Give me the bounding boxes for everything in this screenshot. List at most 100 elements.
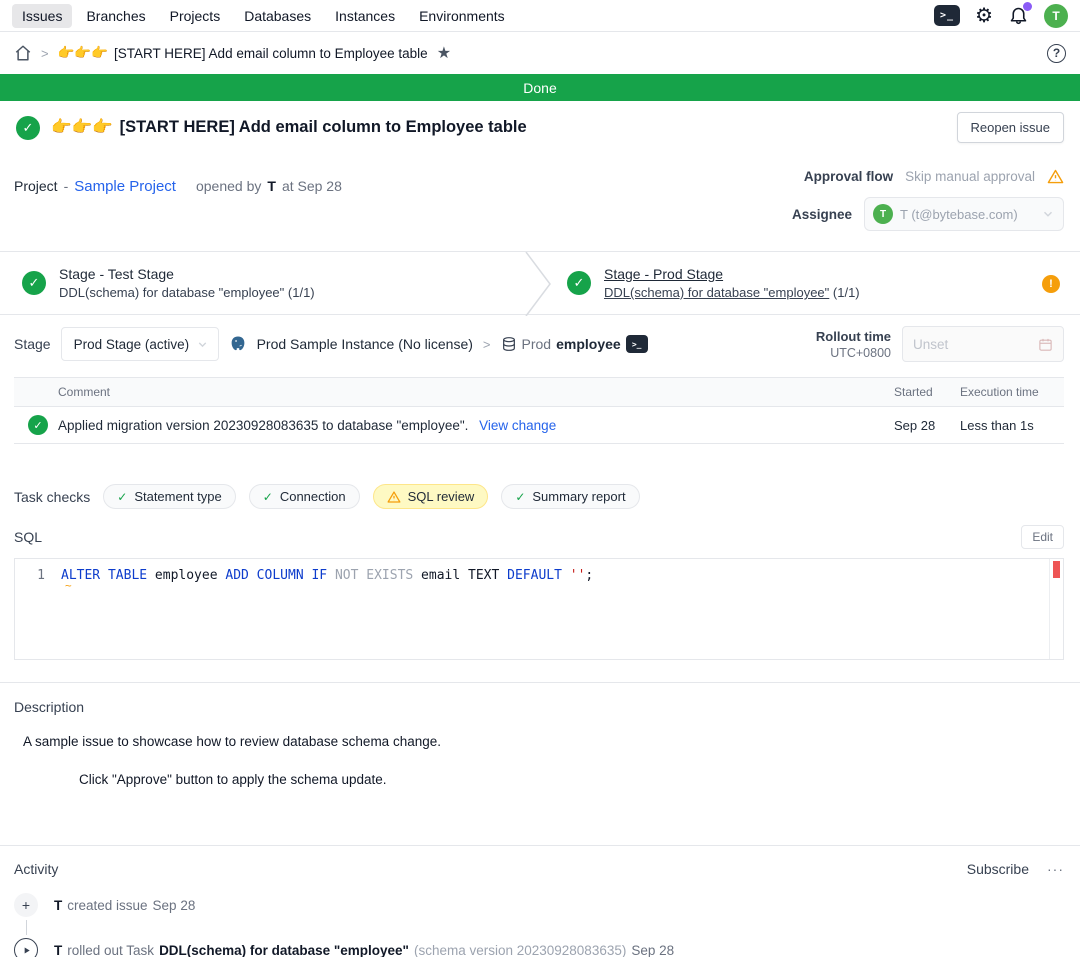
stage-select[interactable]: Prod Stage (active) xyxy=(61,327,219,361)
opened-by-actor: T xyxy=(267,178,276,194)
star-icon[interactable]: ★ xyxy=(437,43,451,63)
view-change-link[interactable]: View change xyxy=(479,418,556,433)
task-checks-label: Task checks xyxy=(14,489,90,505)
stage-alert-icon[interactable]: ! xyxy=(1042,275,1060,293)
pointing-emoji: 👉👉👉 xyxy=(58,45,108,61)
nav-item-projects[interactable]: Projects xyxy=(160,4,231,28)
sql-editor-icon[interactable]: >_ xyxy=(934,5,960,26)
nav-item-databases[interactable]: Databases xyxy=(234,4,321,28)
column-header-started: Started xyxy=(894,385,960,399)
status-banner-text: Done xyxy=(523,80,556,96)
rollout-time-label: Rollout time xyxy=(816,329,891,344)
task-execution-time: Less than 1s xyxy=(960,418,1064,433)
open-sql-editor-icon[interactable]: >_ xyxy=(626,335,648,353)
project-line: Project - Sample Project opened by T at … xyxy=(14,168,342,231)
check-pill-label: Connection xyxy=(280,489,346,504)
edit-sql-button[interactable]: Edit xyxy=(1021,525,1064,549)
task-run-table: Comment Started Execution time ✓ Applied… xyxy=(14,377,1064,444)
nav-item-environments[interactable]: Environments xyxy=(409,4,515,28)
description-label: Description xyxy=(14,699,1066,715)
notification-bell-icon[interactable] xyxy=(1008,5,1029,26)
rollout-time-placeholder: Unset xyxy=(913,337,948,352)
notification-dot xyxy=(1023,2,1032,11)
breadcrumb-title-text: [START HERE] Add email column to Employe… xyxy=(114,46,428,61)
chevron-down-icon xyxy=(1041,207,1055,221)
check-pill-statement-type[interactable]: ✓ Statement type xyxy=(103,484,236,509)
stage-detail-bar: Stage Prod Stage (active) Prod Sample In… xyxy=(0,315,1080,373)
scrollbar-warning-marker xyxy=(1053,561,1060,578)
check-pill-summary-report[interactable]: ✓ Summary report xyxy=(501,484,639,509)
description-section: Description A sample issue to showcase h… xyxy=(0,683,1080,823)
editor-scrollbar[interactable] xyxy=(1049,559,1063,659)
assignee-avatar: T xyxy=(873,204,893,224)
issue-title: 👉👉👉 [START HERE] Add email column to Emp… xyxy=(51,118,527,137)
check-pill-connection[interactable]: ✓ Connection xyxy=(249,484,360,509)
opened-by-text: opened by xyxy=(196,178,261,194)
issue-done-check-icon: ✓ xyxy=(16,116,40,140)
activity-item-created: + T created issue Sep 28 xyxy=(14,893,1064,917)
check-pill-label: Summary report xyxy=(532,489,625,504)
approval-flow-row: Approval flow Skip manual approval xyxy=(804,168,1064,185)
help-icon[interactable]: ? xyxy=(1047,44,1066,63)
nav-item-issues[interactable]: Issues xyxy=(12,4,72,28)
nav-item-instances[interactable]: Instances xyxy=(325,4,405,28)
gear-icon[interactable]: ⚙ xyxy=(975,6,993,26)
sql-label: SQL xyxy=(14,529,42,545)
status-banner: Done xyxy=(0,74,1080,101)
sql-token: ; xyxy=(585,568,593,583)
user-avatar[interactable]: T xyxy=(1044,4,1068,28)
more-menu-icon[interactable]: ··· xyxy=(1047,861,1064,877)
chevron-right-icon: > xyxy=(483,337,491,352)
chevron-down-icon xyxy=(196,338,209,351)
warning-triangle-icon xyxy=(387,490,401,504)
check-pill-sql-review[interactable]: SQL review xyxy=(373,484,489,509)
line-number: 1 xyxy=(15,568,61,583)
topbar-actions: >_ ⚙ T xyxy=(934,4,1068,28)
postgres-icon xyxy=(229,335,247,353)
breadcrumb-issue-title[interactable]: 👉👉👉 [START HERE] Add email column to Emp… xyxy=(58,45,428,61)
assignee-label: Assignee xyxy=(792,207,852,222)
sql-token: '' xyxy=(570,568,586,583)
project-link[interactable]: Sample Project xyxy=(74,178,176,195)
stage-task-count: (1/1) xyxy=(833,285,860,300)
activity-task-name: DDL(schema) for database "employee" xyxy=(159,943,409,957)
pointing-emoji: 👉👉👉 xyxy=(51,118,113,137)
task-success-check-icon: ✓ xyxy=(28,415,48,435)
check-pass-icon: ✓ xyxy=(515,490,525,504)
plus-circle-icon: + xyxy=(14,893,38,917)
check-pass-icon: ✓ xyxy=(263,490,273,504)
description-text: A sample issue to showcase how to review… xyxy=(14,734,1066,749)
subscribe-button[interactable]: Subscribe xyxy=(967,861,1029,877)
activity-label: Activity xyxy=(14,861,58,877)
rollout-time-input[interactable]: Unset xyxy=(902,326,1064,362)
issue-sidebar-fields: Approval flow Skip manual approval Assig… xyxy=(792,168,1064,231)
task-started: Sep 28 xyxy=(894,418,960,433)
stage-task-count: (1/1) xyxy=(288,285,315,300)
approval-flow-label: Approval flow xyxy=(804,169,893,184)
activity-timeline: + T created issue Sep 28 T rolled out Ta… xyxy=(14,893,1064,957)
environment-label: Prod xyxy=(522,336,552,352)
assignee-select[interactable]: T T (t@bytebase.com) xyxy=(864,197,1064,231)
top-nav-bar: Issues Branches Projects Databases Insta… xyxy=(0,0,1080,32)
stage-title: Stage - Prod Stage xyxy=(604,266,860,282)
nav-item-branches[interactable]: Branches xyxy=(76,4,155,28)
stage-card-prod[interactable]: ✓ Stage - Prod Stage DDL(schema) for dat… xyxy=(535,252,1080,314)
stage-title: Stage - Test Stage xyxy=(59,266,315,282)
home-icon[interactable] xyxy=(14,44,32,62)
table-row[interactable]: ✓ Applied migration version 202309280836… xyxy=(14,407,1064,444)
activity-text: rolled out Task xyxy=(67,943,154,957)
rollout-time-field: Rollout time UTC+0800 Unset xyxy=(816,326,1064,362)
activity-text: created issue xyxy=(67,898,147,913)
database-breadcrumb[interactable]: Prod employee >_ xyxy=(501,335,648,353)
task-comment: Applied migration version 20230928083635… xyxy=(58,418,468,433)
stage-card-test[interactable]: ✓ Stage - Test Stage DDL(schema) for dat… xyxy=(0,252,535,314)
stage-subtitle: DDL(schema) for database "employee" xyxy=(59,285,284,300)
reopen-issue-button[interactable]: Reopen issue xyxy=(957,112,1065,143)
sql-editor[interactable]: 1 ALTER TABLE employee ADD COLUMN IF NOT… xyxy=(14,558,1064,660)
activity-actor: T xyxy=(54,898,62,913)
activity-item-rollout: T rolled out Task DDL(schema) for databa… xyxy=(14,938,1064,957)
warning-squiggle: ~ xyxy=(65,579,72,592)
activity-date: Sep 28 xyxy=(631,943,674,957)
sql-token: email TEXT xyxy=(421,568,507,583)
instance-name[interactable]: Prod Sample Instance (No license) xyxy=(257,336,473,352)
